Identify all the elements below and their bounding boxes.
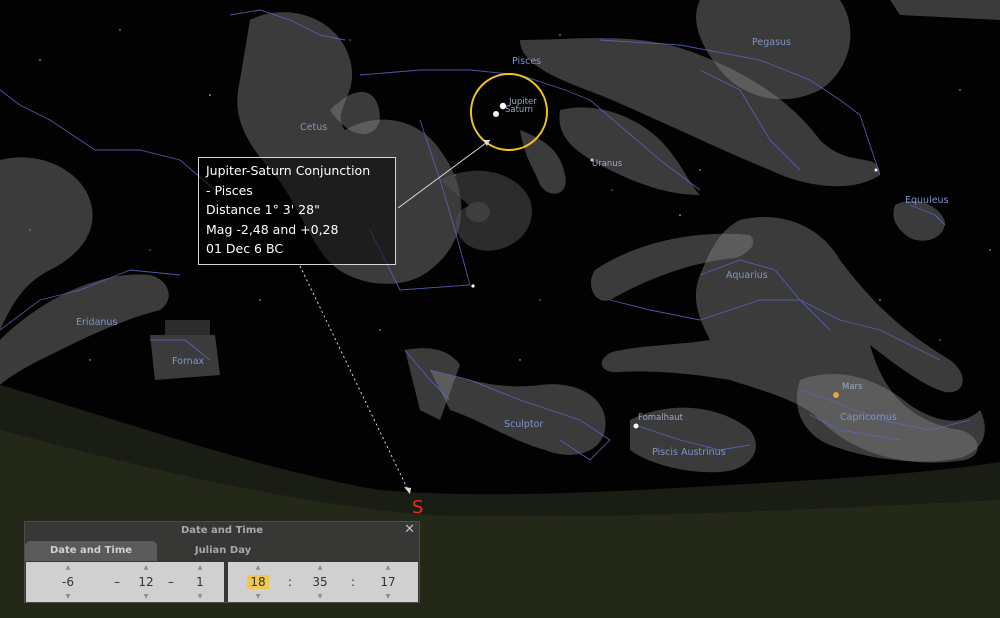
datetime-fields: ▲ -6 ▼ – ▲ 12 ▼ – ▲ 1 ▼ ▲ 18 ▼: ▲ 35 ▼ … bbox=[26, 562, 418, 602]
second-spinbox[interactable]: ▲ 17 ▼ bbox=[368, 562, 408, 602]
month-value[interactable]: 12 bbox=[126, 575, 166, 589]
hour-value[interactable]: 18 bbox=[238, 575, 278, 589]
fomalhaut-marker[interactable] bbox=[633, 423, 639, 429]
bright-star bbox=[471, 284, 475, 288]
close-icon[interactable]: ✕ bbox=[404, 522, 415, 537]
label-pegasus[interactable]: Pegasus bbox=[752, 37, 791, 48]
time-separator: : bbox=[288, 575, 293, 589]
label-eridanus[interactable]: Eridanus bbox=[76, 317, 117, 328]
bright-star bbox=[874, 168, 878, 172]
month-spinbox[interactable]: ▲ 12 ▼ bbox=[126, 562, 166, 602]
second-up-arrow-icon[interactable]: ▲ bbox=[368, 564, 408, 571]
day-down-arrow-icon[interactable]: ▼ bbox=[180, 593, 220, 600]
info-date: 01 Dec 6 BC bbox=[206, 241, 284, 256]
label-mars[interactable]: Mars bbox=[842, 382, 863, 392]
saturn-marker[interactable] bbox=[493, 111, 499, 117]
label-pisces[interactable]: Pisces bbox=[512, 56, 541, 67]
minute-down-arrow-icon[interactable]: ▼ bbox=[300, 593, 340, 600]
hour-down-arrow-icon[interactable]: ▼ bbox=[238, 593, 278, 600]
minute-spinbox[interactable]: ▲ 35 ▼ bbox=[300, 562, 340, 602]
hour-value-text: 18 bbox=[247, 575, 269, 589]
window-tabs: Date and Time Julian Day bbox=[25, 541, 419, 561]
window-title[interactable]: Date and Time bbox=[25, 522, 419, 540]
date-separator: – bbox=[114, 575, 120, 589]
info-constellation: - Pisces bbox=[206, 182, 253, 198]
hour-spinbox[interactable]: ▲ 18 ▼ bbox=[238, 562, 278, 602]
info-distance: Distance 1° 3' 28" bbox=[206, 202, 320, 217]
mars-marker[interactable] bbox=[833, 392, 839, 398]
time-separator: : bbox=[351, 575, 356, 589]
year-spinbox[interactable]: ▲ -6 ▼ bbox=[48, 562, 88, 602]
month-up-arrow-icon[interactable]: ▲ bbox=[126, 564, 166, 571]
year-down-arrow-icon[interactable]: ▼ bbox=[48, 593, 88, 600]
label-aquarius[interactable]: Aquarius bbox=[726, 270, 768, 281]
date-group: ▲ -6 ▼ – ▲ 12 ▼ – ▲ 1 ▼ bbox=[26, 562, 224, 602]
day-spinbox[interactable]: ▲ 1 ▼ bbox=[180, 562, 220, 602]
label-sculptor[interactable]: Sculptor bbox=[504, 419, 543, 430]
date-separator: – bbox=[168, 575, 174, 589]
compass-south-label: S bbox=[412, 497, 424, 518]
pointer-line-to-south bbox=[299, 265, 411, 495]
label-capricornus[interactable]: Capricornus bbox=[840, 412, 897, 423]
month-down-arrow-icon[interactable]: ▼ bbox=[126, 593, 166, 600]
tab-date-and-time[interactable]: Date and Time bbox=[25, 541, 157, 561]
label-equuleus[interactable]: Equuleus bbox=[905, 195, 949, 206]
sky-view[interactable]: Pisces Pegasus Cetus Equuleus Aquarius E… bbox=[0, 0, 1000, 618]
minute-value[interactable]: 35 bbox=[300, 575, 340, 589]
year-up-arrow-icon[interactable]: ▲ bbox=[48, 564, 88, 571]
label-fomalhaut[interactable]: Fomalhaut bbox=[638, 413, 684, 423]
constellation-art bbox=[0, 0, 1000, 473]
label-saturn[interactable]: Saturn bbox=[505, 105, 533, 115]
info-magnitudes: Mag -2,48 and +0,28 bbox=[206, 221, 339, 237]
day-up-arrow-icon[interactable]: ▲ bbox=[180, 564, 220, 571]
label-cetus[interactable]: Cetus bbox=[300, 122, 327, 133]
hour-up-arrow-icon[interactable]: ▲ bbox=[238, 564, 278, 571]
info-title: Jupiter-Saturn Conjunction bbox=[206, 163, 371, 178]
second-value[interactable]: 17 bbox=[368, 575, 408, 589]
label-piscis-austrinus[interactable]: Piscis Austrinus bbox=[652, 447, 726, 458]
second-down-arrow-icon[interactable]: ▼ bbox=[368, 593, 408, 600]
minute-up-arrow-icon[interactable]: ▲ bbox=[300, 564, 340, 571]
date-time-window[interactable]: Date and Time ✕ Date and Time Julian Day… bbox=[24, 521, 420, 603]
label-uranus[interactable]: Uranus bbox=[592, 159, 623, 169]
year-value[interactable]: -6 bbox=[48, 575, 88, 589]
time-group: ▲ 18 ▼ : ▲ 35 ▼ : ▲ 17 ▼ bbox=[228, 562, 418, 602]
conjunction-info-box: Jupiter-Saturn Conjunction - Pisces Dist… bbox=[198, 157, 396, 265]
label-fornax[interactable]: Fornax bbox=[172, 356, 205, 367]
tab-julian-day[interactable]: Julian Day bbox=[157, 541, 289, 561]
day-value[interactable]: 1 bbox=[180, 575, 220, 589]
